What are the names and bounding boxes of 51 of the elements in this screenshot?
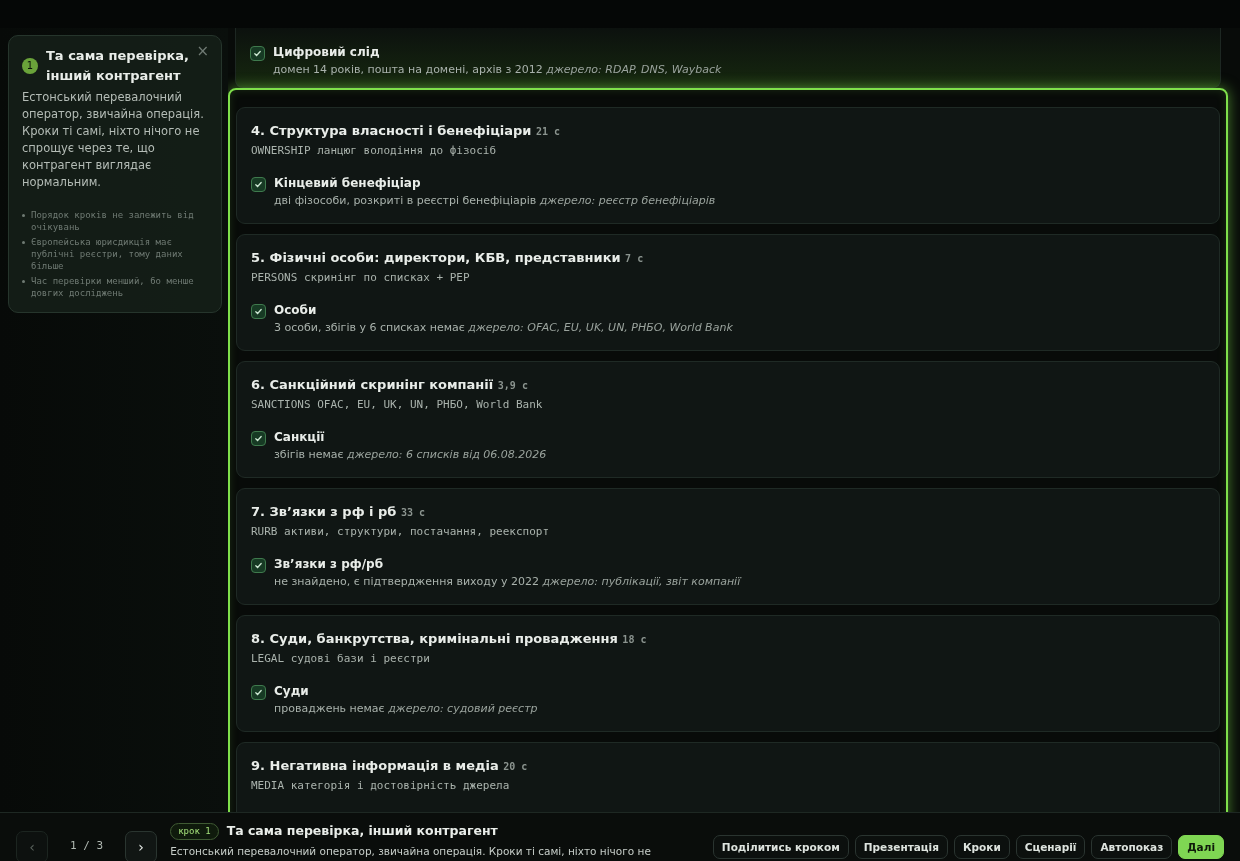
check-label: Кінцевий бенефіціар — [274, 175, 422, 192]
step-duration: 3,9 с — [497, 380, 528, 391]
check-detail: 3 особи, збігів у 6 списках немає джерело: OFAC, EU, UK, UN, РНБО, World Bank — [274, 320, 733, 336]
step-title: 5. Фізичні особи: директори, КБВ, представники — [251, 250, 622, 265]
step-title: 9. Негативна інформація в медіа — [251, 758, 500, 773]
step-code: RURB активи, структури, постачання, реекспорт — [251, 524, 550, 540]
step-code: MEDIA категорія і достовірність джерела — [251, 778, 511, 794]
toolbar-button[interactable]: Поділитись кроком — [712, 835, 849, 859]
step-number: 1 — [22, 57, 38, 74]
step-counter: 1 / 3 — [70, 838, 104, 854]
check-label: Особи — [274, 302, 318, 319]
close-button[interactable]: × — [192, 40, 213, 63]
step-description: Естонський перевалочний оператор, звичайна операція. Кроки ті самі, ніхто нічого не — [170, 843, 652, 859]
next-button[interactable]: › — [125, 831, 158, 861]
step-code: SANCTIONS OFAC, EU, UK, UN, РНБО, World Bank — [251, 397, 544, 413]
bullet-icon — [22, 214, 25, 217]
popover-point: Європейська юрисдикція має публічні реєстри, тому даних більше — [31, 236, 184, 272]
step-duration: 20 с — [503, 761, 528, 772]
check-detail: не знайдено, є підтвердження виходу у 2022 джерело: публікації, звіт компанії — [274, 574, 741, 590]
popover-title: Та сама перевірка, інший контрагент — [46, 47, 190, 85]
toolbar-button[interactable]: Автопоказ — [1091, 835, 1173, 859]
step-title: 7. Зв’язки з рф і рб — [251, 504, 398, 519]
toolbar-button[interactable]: Кроки — [953, 835, 1010, 859]
toolbar-button[interactable]: Презентація — [854, 835, 948, 859]
check-label: Суди — [274, 683, 310, 700]
next-button[interactable]: Далі — [1178, 835, 1224, 859]
step-duration: 18 с — [622, 634, 647, 645]
bullet-icon — [22, 241, 25, 244]
step-title: 8. Суди, банкрутства, кримінальні провадження — [251, 631, 619, 646]
step-code: OWNERSHIP ланцюг володіння до фізосіб — [251, 143, 498, 159]
check-detail: дві фізособи, розкриті в реєстрі бенефіціарів джерело: реєстр бенефіціарів — [274, 193, 716, 209]
step-badge: крок 1 — [170, 822, 219, 841]
toolbar-button[interactable]: Сценарії — [1015, 835, 1086, 859]
check-label: Цифровий слід — [273, 44, 381, 61]
check-detail: домен 14 років, пошта на домені, архів з 2012 джерело: RDAP, DNS, Wayback — [273, 62, 722, 78]
popover-text: Естонський перевалочний оператор, звичайна операція. Кроки ті самі, ніхто нічого не спрощує через те, що контрагент виглядає нормальним. — [22, 89, 205, 191]
step-title: Та сама перевірка, інший контрагент — [226, 822, 498, 840]
step-title: 6. Санкційний скринінг компанії — [251, 377, 495, 392]
check-detail: проваджень немає джерело: судовий реєстр — [274, 701, 538, 717]
bullet-icon — [22, 280, 25, 283]
step-title: 4. Структура власності і бенефіціари — [251, 123, 533, 138]
check-detail: збігів немає джерело: 6 списків від 06.08.2026 — [274, 447, 547, 463]
step-duration: 7 с — [625, 253, 644, 264]
step-code: LEGAL судові бази і реєстри — [251, 651, 431, 667]
step-duration: 33 с — [401, 507, 426, 518]
popover-point: Порядок кроків не залежить від очікувань — [31, 209, 195, 233]
check-label: Санкції — [274, 429, 326, 446]
check-label: Зв’язки з рф/рб — [274, 556, 385, 573]
step-code: PERSONS скринінг по списках + PEP — [251, 270, 471, 286]
popover-point: Час перевірки менший, бо менше довгих досліджень — [31, 275, 195, 299]
step-duration: 21 с — [536, 126, 561, 137]
